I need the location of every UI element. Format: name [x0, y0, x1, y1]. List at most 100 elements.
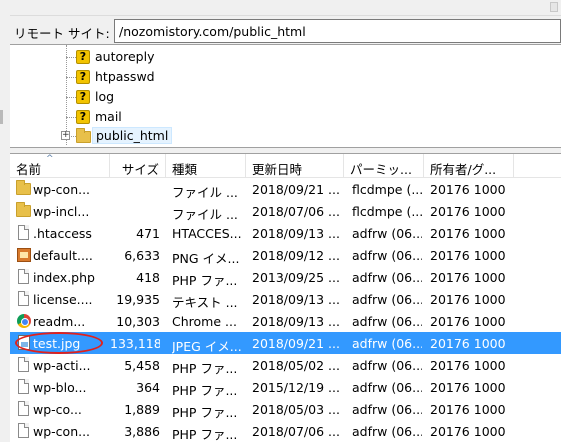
column-header-name[interactable]: 名前 [10, 154, 110, 178]
question-icon: ? [76, 110, 92, 126]
file-owner: 20176 1000 [430, 314, 506, 329]
document-shape [18, 225, 29, 240]
file-type: PHP ファ... [172, 383, 238, 398]
expand-icon[interactable]: + [61, 131, 70, 140]
tree-connector [66, 77, 76, 78]
tree-item-mail[interactable]: ? mail [66, 107, 266, 127]
file-size: 5,458 [124, 358, 160, 373]
file-name: index.php [33, 270, 95, 285]
folder-shape [76, 128, 91, 143]
file-owner: 20176 1000 [430, 358, 506, 373]
question-mark-glyph: ? [76, 90, 90, 104]
file-owner: 20176 1000 [430, 226, 506, 241]
tree-item-autoreply[interactable]: ? autoreply [66, 47, 266, 67]
file-permissions: flcdmpe (... [352, 204, 422, 219]
tree-connector [66, 97, 76, 98]
file-modified: 2015/12/19 ... [252, 380, 340, 395]
scroll-handle[interactable] [550, 2, 558, 12]
file-modified: 2018/09/13 ... [252, 292, 340, 307]
red-annotation-circle [15, 332, 103, 354]
file-modified: 2018/09/21 ... [252, 336, 340, 351]
file-type: PNG イメ... [172, 251, 240, 266]
document-icon [16, 225, 32, 241]
file-modified: 2018/05/03 ... [252, 402, 340, 417]
document-icon [16, 291, 32, 307]
pane-edge-mark [0, 110, 3, 124]
file-permissions: adfrw (06... [352, 292, 422, 307]
file-modified: 2018/09/13 ... [252, 314, 340, 329]
file-owner: 20176 1000 [430, 402, 506, 417]
table-row[interactable]: index.php 418 PHP ファ... 2013/09/25 ... adfrw… [10, 266, 561, 288]
table-row[interactable]: wp-co... 1,889 PHP ファ... 2018/05/03 ... adfr… [10, 398, 561, 420]
column-header-size[interactable]: サイズ [110, 154, 166, 178]
document-shape [18, 401, 29, 416]
image-shape [17, 248, 31, 262]
file-size: 418 [136, 270, 160, 285]
top-bar [10, 0, 561, 16]
tree-item-htpasswd[interactable]: ? htpasswd [66, 67, 266, 87]
file-size: 10,303 [116, 314, 160, 329]
folder-icon [16, 202, 32, 219]
column-header-type[interactable]: 種類 [166, 154, 246, 178]
tree-item-label: log [95, 89, 115, 104]
document-icon [16, 401, 32, 417]
file-permissions: adfrw (06... [352, 336, 422, 351]
tree-connector [66, 57, 76, 58]
file-type: PHP ファ... [172, 405, 238, 420]
tree-item-label: htpasswd [95, 69, 155, 84]
column-header-permissions[interactable]: パーミッ... [344, 154, 424, 178]
question-icon: ? [76, 90, 92, 106]
file-size: 1,889 [124, 402, 160, 417]
question-mark-glyph: ? [76, 70, 90, 84]
left-pane-edge [0, 0, 10, 442]
table-row[interactable]: wp-blo... 364 PHP ファ... 2015/12/19 ... adfrw… [10, 376, 561, 398]
file-modified: 2018/07/06 ... [252, 204, 340, 219]
file-type: テキスト ... [172, 295, 238, 310]
tree-item-public-html[interactable]: + public_html [61, 126, 266, 146]
folder-shape [16, 180, 31, 195]
column-header-modified[interactable]: 更新日時 [246, 154, 344, 178]
file-owner: 20176 1000 [430, 270, 506, 285]
file-permissions: flcdmpe (... [352, 182, 422, 197]
file-permissions: adfrw (06... [352, 248, 422, 263]
file-owner: 20176 1000 [430, 204, 506, 219]
file-type: PHP ファ... [172, 273, 238, 288]
file-permissions: adfrw (06... [352, 270, 422, 285]
file-modified: 2018/07/06 ... [252, 424, 340, 439]
file-name: wp-acti... [33, 358, 91, 373]
table-row[interactable]: test.jpg 133,118 JPEG イメ... 2018/09/21 ... a… [10, 332, 561, 354]
table-row[interactable]: wp-con... 3,886 PHP ファ... 2018/07/06 ... adf… [10, 420, 561, 442]
file-owner: 20176 1000 [430, 424, 506, 439]
document-icon [16, 423, 32, 439]
file-type: Chrome ... [172, 314, 237, 329]
table-row[interactable]: wp-con... ファイル ... 2018/09/21 ... flcdmpe (… [10, 178, 561, 200]
file-owner: 20176 1000 [430, 336, 506, 351]
file-size: 133,118 [110, 336, 160, 351]
table-row[interactable]: license.... 19,935 テキスト ... 2018/09/13 ... a… [10, 288, 561, 310]
file-permissions: adfrw (06... [352, 314, 422, 329]
table-row[interactable]: wp-incl... ファイル ... 2018/07/06 ... flcdmpe … [10, 200, 561, 222]
table-row[interactable]: .htaccess 471 HTACCES... 2018/09/13 ... adfr… [10, 222, 561, 244]
file-modified: 2018/09/21 ... [252, 182, 340, 197]
document-icon [16, 357, 32, 373]
file-permissions: adfrw (06... [352, 358, 422, 373]
file-permissions: adfrw (06... [352, 380, 422, 395]
folder-shape [16, 202, 31, 217]
file-name: license.... [33, 292, 93, 307]
file-owner: 20176 1000 [430, 380, 506, 395]
column-header-owner[interactable]: 所有者/グ... [424, 154, 514, 178]
table-row[interactable]: default.... 6,633 PNG イメ... 2018/09/12 ... a… [10, 244, 561, 266]
file-permissions: adfrw (06... [352, 226, 422, 241]
tree-item-log[interactable]: ? log [66, 87, 266, 107]
image-icon [16, 247, 32, 263]
folder-icon [16, 180, 32, 197]
file-name: default.... [33, 248, 93, 263]
remote-path-input[interactable]: /nozomistory.com/public_html [114, 19, 561, 43]
table-row[interactable]: wp-acti... 5,458 PHP ファ... 2018/05/02 ... ad… [10, 354, 561, 376]
tree-item-label: autoreply [95, 49, 155, 64]
document-shape [18, 379, 29, 394]
chrome-shape [17, 314, 31, 328]
document-shape [18, 423, 29, 438]
file-size: 19,935 [116, 292, 160, 307]
table-row[interactable]: readm... 10,303 Chrome ... 2018/09/13 ... ad… [10, 310, 561, 332]
